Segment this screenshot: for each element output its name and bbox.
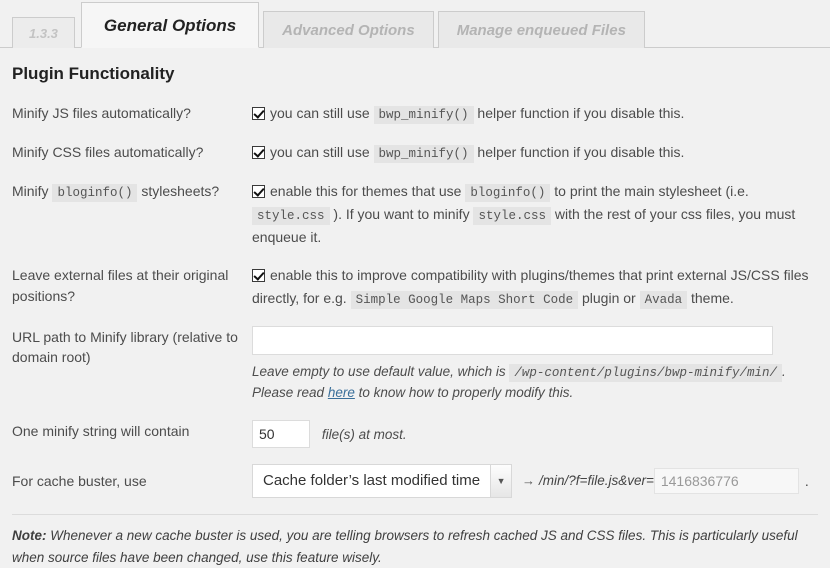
footer-note: Note: Whenever a new cache buster is use…: [0, 515, 830, 568]
minify-css-code: bwp_minify(): [373, 145, 474, 163]
row-minify-url: URL path to Minify library (relative to …: [12, 325, 818, 404]
cache-buster-select[interactable]: Cache folder’s last modified time ▼: [252, 464, 513, 499]
row-cache-buster-label: For cache buster, use: [12, 473, 147, 490]
row-minify-string: One minify string will contain file(s) a…: [12, 420, 818, 449]
external-files-text-2: plugin or: [582, 289, 636, 306]
external-files-code-1: Simple Google Maps Short Code: [350, 290, 579, 309]
tab-manage-enqueued-files[interactable]: Manage enqueued Files: [437, 11, 645, 48]
row-external-files: Leave external files at their original p…: [12, 264, 818, 309]
chevron-down-icon: ▼: [490, 465, 512, 498]
bloginfo-text-3: ). If you want to minify: [333, 206, 470, 222]
bloginfo-label-part1: Minify: [12, 183, 49, 199]
row-external-files-label: Leave external files at their original p…: [12, 267, 229, 304]
minify-url-doc-link[interactable]: here: [328, 385, 355, 400]
row-cache-buster-field: Cache folder’s last modified time ▼ → /m…: [252, 464, 818, 499]
minify-url-hint-text-1: Leave empty to use default value, which …: [252, 363, 506, 379]
arrow-right-icon: →: [522, 472, 536, 488]
minify-url-hint-text-3: Please read: [252, 385, 325, 401]
cache-buster-trailing-period: .: [804, 472, 809, 489]
row-minify-js-field: you can still use bwp_minify() helper fu…: [252, 102, 818, 125]
minify-url-hint-text-4: to know how to properly modify this.: [358, 385, 574, 401]
tab-advanced-options[interactable]: Advanced Options: [263, 11, 434, 48]
bloginfo-code-2: style.css: [252, 207, 330, 225]
minify-url-input[interactable]: [252, 325, 773, 355]
bloginfo-code-3: style.css: [473, 207, 551, 225]
tab-general-options[interactable]: General Options: [80, 2, 260, 48]
tab-bar: 1.3.3 General Options Advanced Options M…: [0, 0, 830, 48]
row-cache-buster: For cache buster, use Cache folder’s las…: [12, 464, 818, 499]
row-minify-string-label: One minify string will contain: [12, 423, 190, 440]
bloginfo-text-2: to print the main stylesheet (i.e.: [554, 183, 749, 199]
row-minify-url-label: URL path to Minify library (relative to …: [12, 328, 238, 366]
bloginfo-label-code: bloginfo(): [52, 184, 138, 202]
minify-string-suffix: file(s) at most.: [321, 427, 407, 443]
row-minify-css-label: Minify CSS files automatically?: [12, 144, 204, 160]
tab-version-badge: 1.3.3: [12, 17, 75, 48]
row-minify-bloginfo: Minify bloginfo() stylesheets? enable th…: [12, 180, 818, 248]
row-minify-bloginfo-label: Minify bloginfo() stylesheets?: [12, 180, 252, 202]
minify-url-hint: Leave empty to use default value, which …: [252, 362, 818, 404]
minify-url-default-path: /wp-content/plugins/bwp-minify/min/: [509, 363, 782, 382]
row-minify-url-field: Leave empty to use default value, which …: [252, 325, 818, 404]
options-content: Plugin Functionality Minify JS files aut…: [0, 48, 830, 499]
external-files-text-3: theme.: [691, 289, 734, 306]
cache-buster-select-value: Cache folder’s last modified time: [263, 472, 481, 490]
row-minify-bloginfo-field: enable this for themes that use bloginfo…: [252, 180, 818, 248]
footer-note-text: Whenever a new cache buster is used, you…: [12, 528, 798, 565]
page-title: Plugin Functionality: [12, 64, 175, 83]
footer-note-prefix: Note:: [12, 528, 47, 544]
row-minify-css: Minify CSS files automatically? you can …: [12, 141, 818, 164]
plugin-settings-page: 1.3.3 General Options Advanced Options M…: [0, 0, 830, 566]
row-minify-string-field: file(s) at most.: [252, 420, 818, 449]
minify-string-count-input[interactable]: [252, 420, 310, 449]
bloginfo-text-1: enable this for themes that use: [270, 183, 462, 199]
external-files-code-2: Avada: [639, 290, 688, 309]
minify-js-text-after: helper function if you disable this.: [477, 105, 685, 121]
cache-buster-expression: /min/?f=file.js&ver=: [539, 473, 654, 489]
minify-js-text-before: you can still use: [270, 105, 370, 121]
minify-js-checkbox[interactable]: [252, 107, 265, 120]
bloginfo-label-part2: stylesheets?: [141, 183, 220, 199]
minify-url-hint-text-2: .: [781, 363, 786, 379]
bloginfo-code-1: bloginfo(): [465, 184, 551, 202]
cache-buster-version-input[interactable]: [653, 468, 799, 495]
row-minify-js-label: Minify JS files automatically?: [12, 105, 191, 121]
row-external-files-field: enable this to improve compatibility wit…: [252, 264, 818, 309]
minify-css-text-before: you can still use: [270, 144, 370, 160]
row-minify-css-field: you can still use bwp_minify() helper fu…: [252, 141, 818, 164]
minify-js-code: bwp_minify(): [373, 106, 474, 124]
external-files-checkbox[interactable]: [252, 269, 265, 283]
minify-bloginfo-checkbox[interactable]: [252, 185, 265, 198]
row-minify-js: Minify JS files automatically? you can s…: [12, 102, 818, 125]
minify-css-checkbox[interactable]: [252, 146, 265, 159]
minify-css-text-after: helper function if you disable this.: [477, 144, 685, 160]
